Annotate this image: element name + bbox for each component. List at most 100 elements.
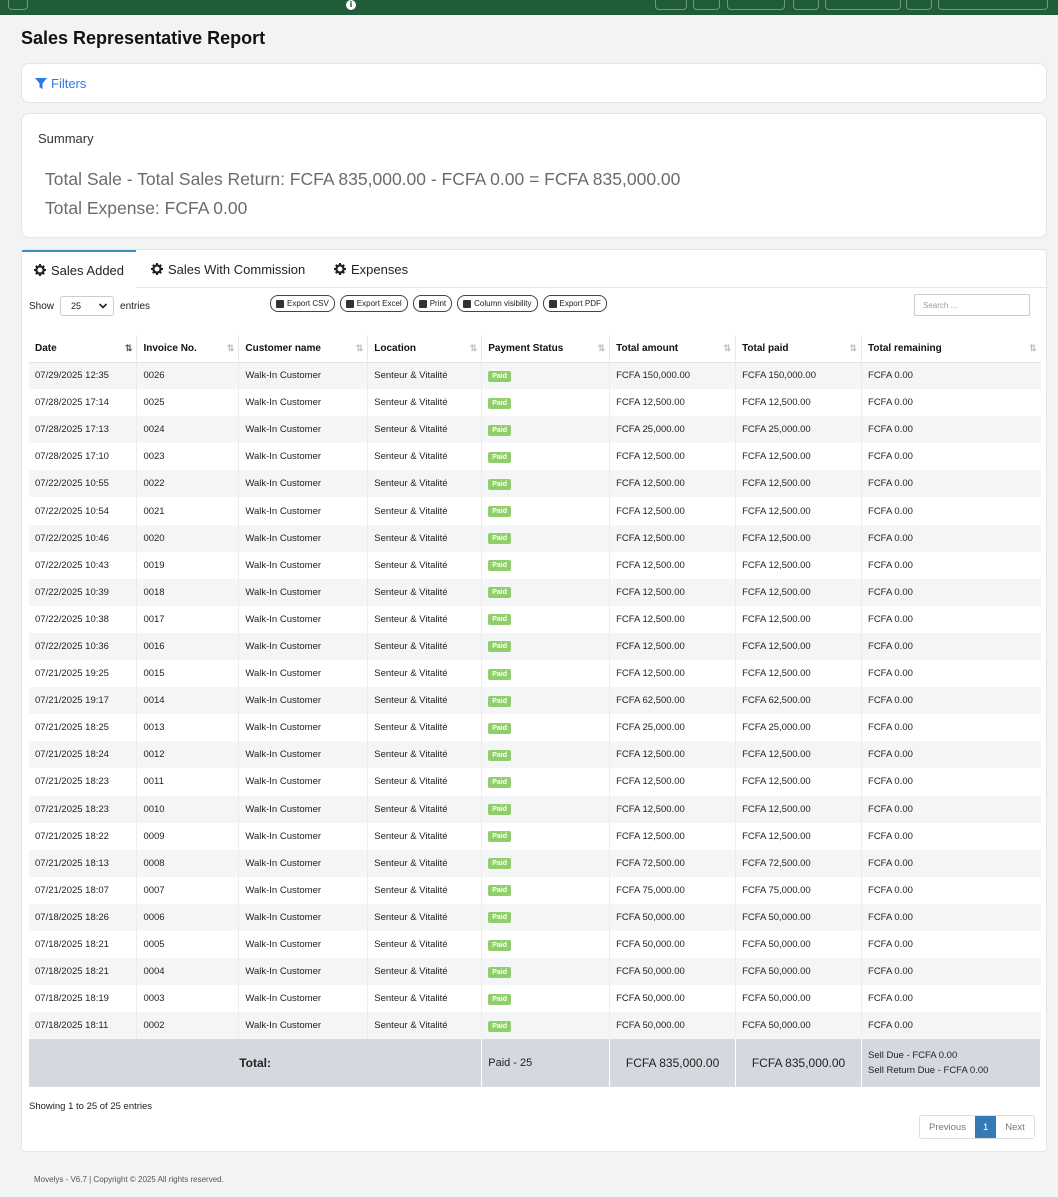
search-input[interactable]: Search ... bbox=[914, 294, 1030, 316]
user-menu-button[interactable] bbox=[938, 0, 1048, 10]
table-row[interactable]: 07/22/2025 10:38 0017 Walk-In Customer Sent… bbox=[29, 605, 1041, 633]
column-header-customer[interactable]: Customer name ⇅ bbox=[238, 335, 369, 363]
button-label: Print bbox=[429, 299, 447, 308]
cell-total-amount: FCFA 12,500.00 bbox=[609, 795, 737, 823]
cell-customer: Walk-In Customer bbox=[238, 524, 369, 552]
print-button[interactable]: Print bbox=[412, 295, 453, 312]
table-row[interactable]: 07/18/2025 18:21 0005 Walk-In Customer Sent… bbox=[29, 930, 1041, 959]
cell-location: Senteur & Vitalité bbox=[367, 822, 483, 850]
table-row[interactable]: 07/21/2025 18:24 0012 Walk-In Customer Sent… bbox=[29, 741, 1041, 769]
table-row[interactable]: 07/18/2025 18:19 0003 Walk-In Customer Sent… bbox=[29, 985, 1041, 1013]
cell-payment-status: Paid bbox=[481, 632, 611, 661]
cell-payment-status: Paid bbox=[481, 578, 611, 606]
table-row[interactable]: 07/22/2025 10:39 0018 Walk-In Customer Sent… bbox=[29, 578, 1041, 606]
table-row[interactable]: 07/28/2025 17:14 0025 Walk-In Customer Sent… bbox=[29, 389, 1041, 417]
status-badge: Paid bbox=[488, 695, 512, 707]
menu-toggle-button[interactable] bbox=[8, 0, 28, 10]
cell-date: 07/21/2025 18:07 bbox=[29, 876, 138, 904]
table-row[interactable]: 07/18/2025 18:21 0004 Walk-In Customer Sent… bbox=[29, 958, 1041, 986]
column-header-total-remaining[interactable]: Total remaining ⇅ bbox=[861, 335, 1041, 363]
table-row[interactable]: 07/22/2025 10:46 0020 Walk-In Customer Sent… bbox=[29, 524, 1041, 552]
gear-icon bbox=[151, 263, 163, 275]
cell-total-paid: FCFA 50,000.00 bbox=[735, 903, 863, 931]
cell-customer: Walk-In Customer bbox=[238, 470, 369, 498]
table-row[interactable]: 07/22/2025 10:36 0016 Walk-In Customer Sent… bbox=[29, 632, 1041, 661]
info-icon[interactable]: i bbox=[346, 0, 356, 10]
cell-total-remaining: FCFA 0.00 bbox=[861, 497, 1041, 525]
cell-total-paid: FCFA 12,500.00 bbox=[735, 443, 863, 471]
table-row[interactable]: 07/22/2025 10:54 0021 Walk-In Customer Sent… bbox=[29, 497, 1041, 525]
column-header-total-paid[interactable]: Total paid ⇅ bbox=[735, 335, 863, 363]
table-row[interactable]: 07/21/2025 19:17 0014 Walk-In Customer Sent… bbox=[29, 687, 1041, 715]
column-header-payment-status[interactable]: Payment Status ⇅ bbox=[481, 335, 611, 363]
cell-total-amount: FCFA 25,000.00 bbox=[609, 416, 737, 444]
status-badge: Paid bbox=[488, 424, 512, 436]
navbar-button[interactable] bbox=[906, 0, 932, 10]
entries-select[interactable]: 25 bbox=[60, 296, 115, 316]
table-row[interactable]: 07/22/2025 10:43 0019 Walk-In Customer Sent… bbox=[29, 551, 1041, 579]
tab-sales-with-commission[interactable]: Sales With Commission bbox=[139, 250, 317, 288]
status-badge: Paid bbox=[488, 858, 512, 870]
navbar-button[interactable] bbox=[655, 0, 687, 10]
cell-payment-status: Paid bbox=[481, 605, 611, 633]
cell-invoice: 0024 bbox=[136, 416, 240, 444]
filters-panel: Filters bbox=[21, 63, 1047, 103]
status-badge: Paid bbox=[488, 939, 512, 951]
tab-expenses[interactable]: Expenses bbox=[322, 250, 420, 288]
previous-page-button[interactable]: Previous bbox=[920, 1116, 975, 1138]
export-csv-button[interactable]: Export CSV bbox=[270, 295, 335, 312]
column-visibility-button[interactable]: Column visibility bbox=[457, 295, 538, 312]
cell-location: Senteur & Vitalité bbox=[367, 768, 483, 796]
table-row[interactable]: 07/21/2025 18:23 0011 Walk-In Customer Sent… bbox=[29, 768, 1041, 796]
table-row[interactable]: 07/21/2025 19:25 0015 Walk-In Customer Sent… bbox=[29, 660, 1041, 688]
table-row[interactable]: 07/21/2025 18:25 0013 Walk-In Customer Sent… bbox=[29, 714, 1041, 742]
cell-total-remaining: FCFA 0.00 bbox=[861, 389, 1041, 417]
table-row[interactable]: 07/21/2025 18:22 0009 Walk-In Customer Sent… bbox=[29, 822, 1041, 850]
table-row[interactable]: 07/18/2025 18:11 0002 Walk-In Customer Sent… bbox=[29, 1012, 1041, 1040]
status-badge: Paid bbox=[488, 397, 512, 409]
table-row[interactable]: 07/28/2025 17:10 0023 Walk-In Customer Sent… bbox=[29, 443, 1041, 471]
cell-payment-status: Paid bbox=[481, 741, 611, 769]
summary-total-expense: Total Expense: FCFA 0.00 bbox=[45, 198, 248, 218]
table-row[interactable]: 07/21/2025 18:07 0007 Walk-In Customer Sent… bbox=[29, 876, 1041, 904]
cell-invoice: 0007 bbox=[136, 876, 240, 904]
cell-location: Senteur & Vitalité bbox=[367, 903, 483, 931]
column-header-location[interactable]: Location ⇅ bbox=[367, 335, 483, 363]
table-row[interactable]: 07/21/2025 18:23 0010 Walk-In Customer Sent… bbox=[29, 795, 1041, 823]
cell-invoice: 0005 bbox=[136, 930, 240, 959]
column-header-invoice[interactable]: Invoice No. ⇅ bbox=[136, 335, 240, 363]
table-row[interactable]: 07/21/2025 18:13 0008 Walk-In Customer Sent… bbox=[29, 849, 1041, 877]
summary-panel: Summary Total Sale - Total Sales Return:… bbox=[21, 113, 1047, 238]
cell-invoice: 0020 bbox=[136, 524, 240, 552]
cell-invoice: 0002 bbox=[136, 1012, 240, 1040]
navbar-button[interactable] bbox=[825, 0, 901, 10]
cell-date: 07/22/2025 10:38 bbox=[29, 605, 138, 633]
table-row[interactable]: 07/29/2025 12:35 0026 Walk-In Customer Sent… bbox=[29, 362, 1041, 390]
cell-total-paid: FCFA 12,500.00 bbox=[735, 524, 863, 552]
cell-total-amount: FCFA 12,500.00 bbox=[609, 470, 737, 498]
navbar-button[interactable] bbox=[727, 0, 785, 10]
export-excel-button[interactable]: Export Excel bbox=[339, 295, 408, 312]
next-page-button[interactable]: Next bbox=[996, 1116, 1034, 1138]
export-pdf-button[interactable]: Export PDF bbox=[542, 295, 607, 312]
column-header-total-amount[interactable]: Total amount ⇅ bbox=[609, 335, 737, 363]
status-badge: Paid bbox=[488, 668, 512, 680]
column-header-date[interactable]: Date ⇅ bbox=[29, 335, 138, 363]
table-row[interactable]: 07/28/2025 17:13 0024 Walk-In Customer Sent… bbox=[29, 416, 1041, 444]
page-1-button[interactable]: 1 bbox=[974, 1116, 997, 1138]
cell-date: 07/21/2025 18:22 bbox=[29, 822, 138, 850]
navbar-button[interactable] bbox=[793, 0, 819, 10]
cell-payment-status: Paid bbox=[481, 930, 611, 959]
tab-sales-added[interactable]: Sales Added bbox=[22, 250, 137, 288]
navbar-button[interactable] bbox=[693, 0, 720, 10]
status-badge: Paid bbox=[488, 776, 512, 788]
button-label: Export PDF bbox=[559, 299, 601, 308]
filters-toggle[interactable]: Filters bbox=[35, 76, 86, 91]
status-badge: Paid bbox=[488, 722, 512, 734]
cell-location: Senteur & Vitalité bbox=[367, 1012, 483, 1040]
cell-total-amount: FCFA 50,000.00 bbox=[609, 903, 737, 931]
table-row[interactable]: 07/22/2025 10:55 0022 Walk-In Customer Sent… bbox=[29, 470, 1041, 498]
cell-total-amount: FCFA 12,500.00 bbox=[609, 578, 737, 606]
cell-payment-status: Paid bbox=[481, 849, 611, 877]
table-row[interactable]: 07/18/2025 18:26 0006 Walk-In Customer Sent… bbox=[29, 903, 1041, 931]
